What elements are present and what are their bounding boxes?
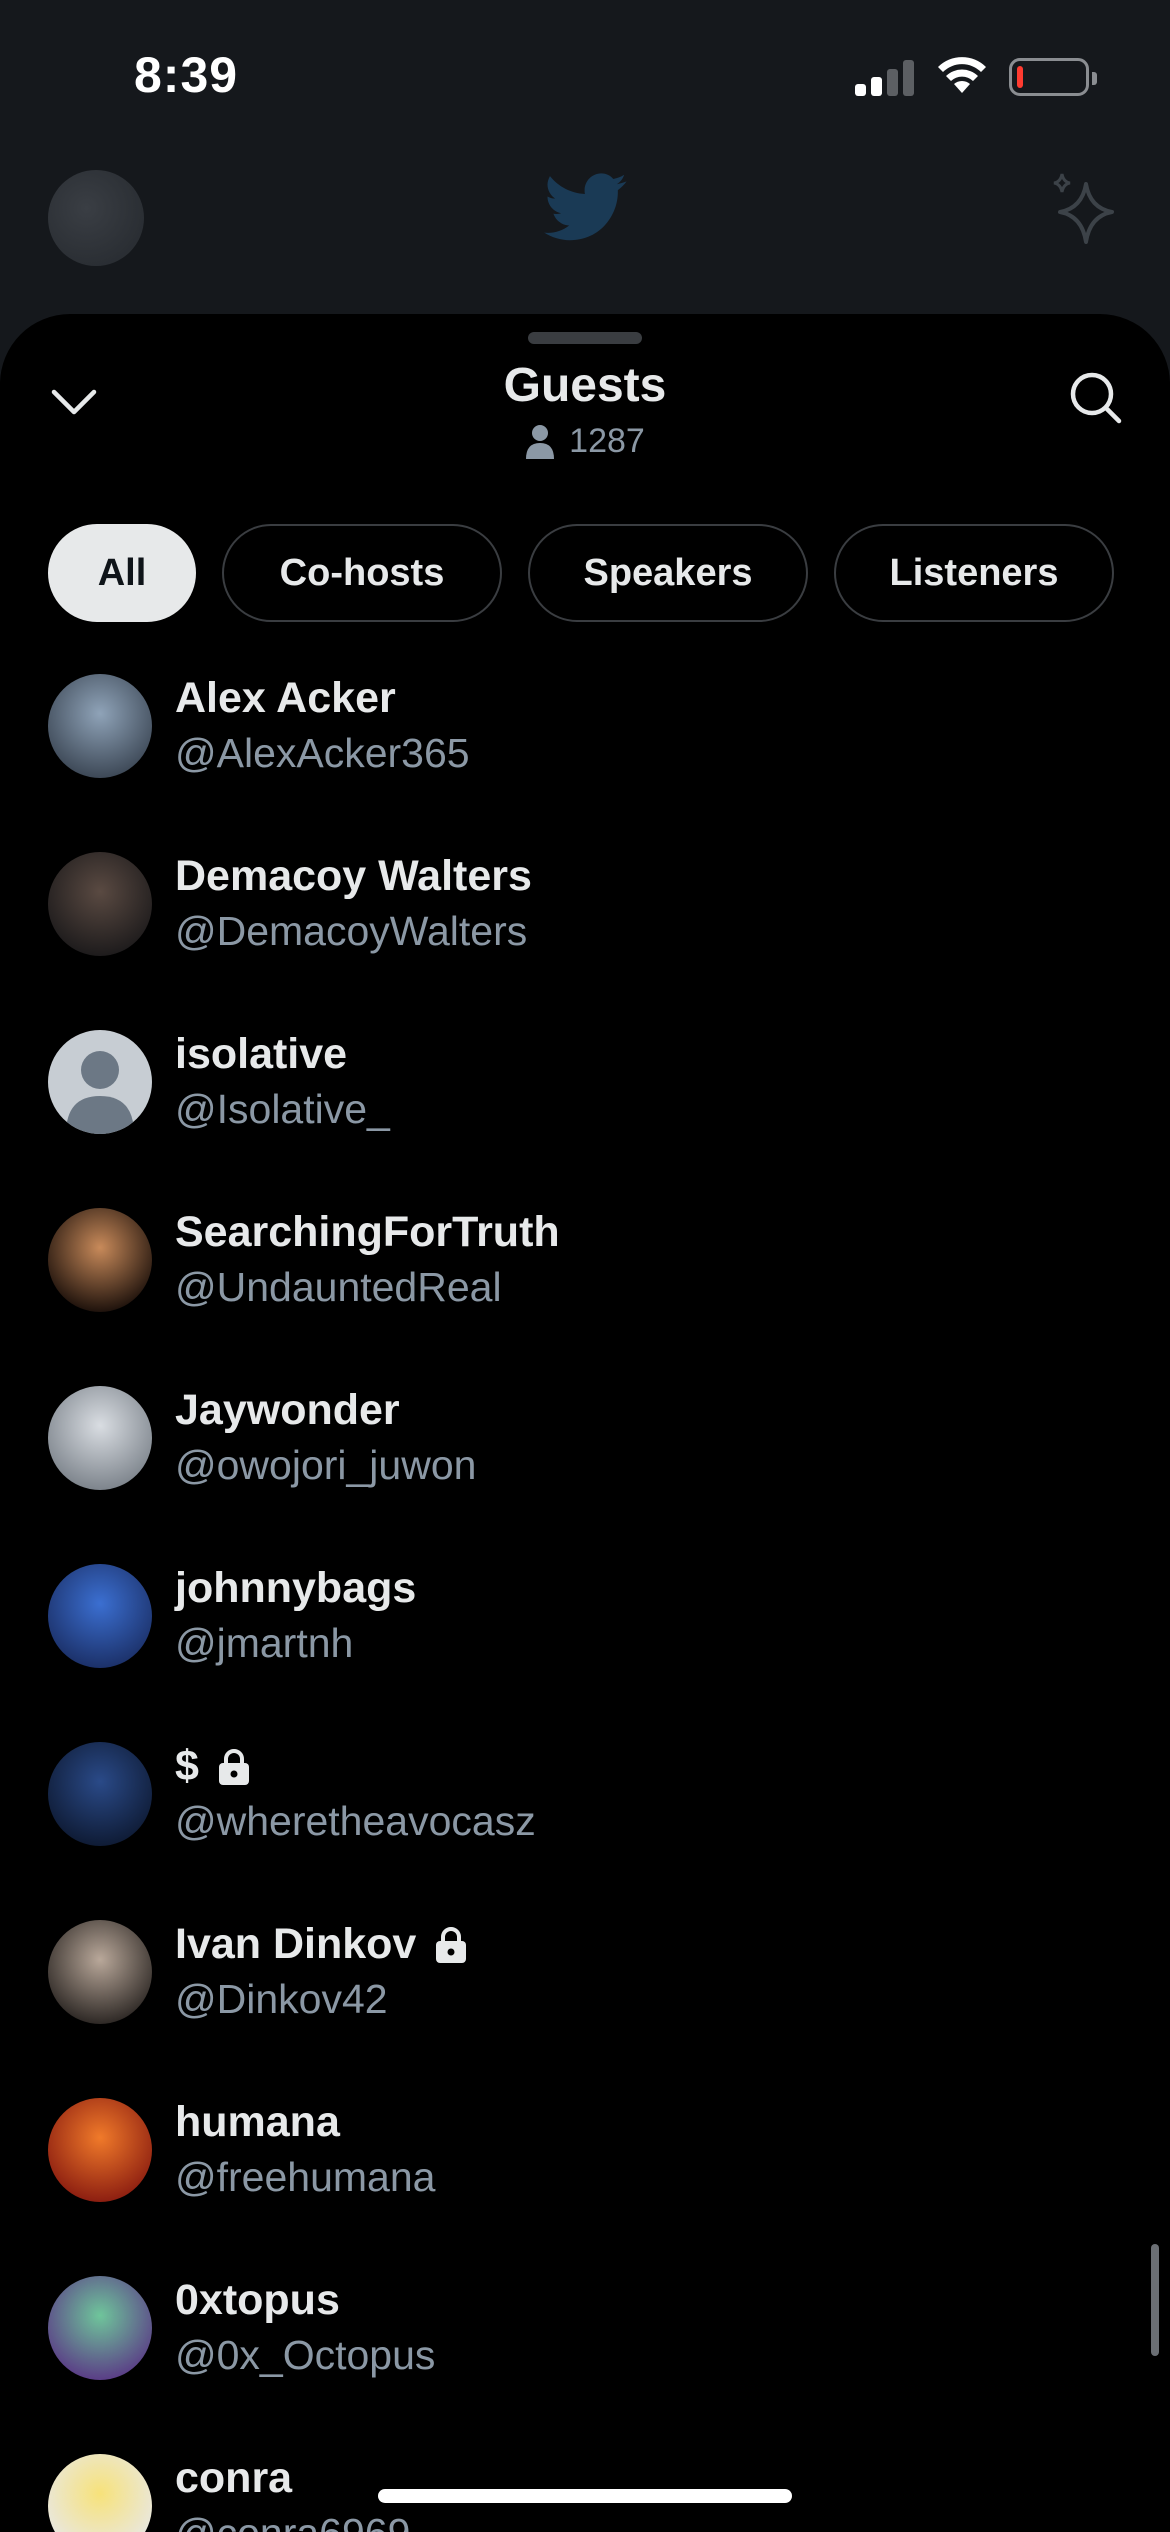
guest-handle: @Isolative_ <box>175 1086 390 1132</box>
guest-count-value: 1287 <box>569 422 645 460</box>
search-icon <box>1070 372 1122 424</box>
guest-name: johnnybags <box>175 1564 416 1613</box>
guest-avatar[interactable] <box>48 2098 152 2202</box>
battery-icon <box>1009 58 1097 96</box>
tab-all[interactable]: All <box>48 524 196 622</box>
guest-name-text: isolative <box>175 1030 348 1078</box>
guest-avatar[interactable] <box>48 1208 152 1312</box>
guest-avatar[interactable] <box>48 1920 152 2024</box>
guest-name: Alex Acker <box>175 674 396 723</box>
guest-name-text: Alex Acker <box>175 674 396 722</box>
guest-name-text: 0xtopus <box>175 2276 340 2324</box>
filter-tabs: All Co-hosts Speakers Listeners <box>48 524 1114 622</box>
guest-row[interactable]: SearchingForTruth @UndauntedReal <box>0 1198 1170 1376</box>
background-header <box>0 150 1170 320</box>
home-indicator[interactable] <box>378 2489 792 2503</box>
guest-name-text: $ <box>175 1742 199 1790</box>
guest-handle: @freehumana <box>175 2154 436 2200</box>
guest-name-text: humana <box>175 2098 340 2146</box>
status-bar: 8:39 <box>0 0 1170 150</box>
guest-avatar[interactable] <box>48 1742 152 1846</box>
guest-name: isolative <box>175 1030 347 1079</box>
guest-name-text: Ivan Dinkov <box>175 1920 417 1968</box>
guest-name-text: johnnybags <box>175 1564 417 1612</box>
guest-name: $ <box>175 1742 253 1791</box>
profile-avatar[interactable] <box>48 170 144 266</box>
guest-row[interactable]: isolative @Isolative_ <box>0 1020 1170 1198</box>
guest-name-text: Jaywonder <box>175 1386 400 1434</box>
guest-row[interactable]: Jaywonder @owojori_juwon <box>0 1376 1170 1554</box>
guest-handle: @jmartnh <box>175 1620 354 1666</box>
screen: 8:39 Guests 1287 All Co-hosts Speakers L… <box>0 0 1170 2532</box>
sheet-title: Guests <box>503 359 667 412</box>
sheet-grabber[interactable] <box>528 332 642 344</box>
guest-row[interactable]: Alex Acker @AlexAcker365 <box>0 664 1170 842</box>
guest-handle: @Dinkov42 <box>175 1976 388 2022</box>
guest-handle: @AlexAcker365 <box>175 730 470 776</box>
guest-name-text: SearchingForTruth <box>175 1208 560 1256</box>
guest-row[interactable]: Demacoy Walters @DemacoyWalters <box>0 842 1170 1020</box>
guest-handle: @owojori_juwon <box>175 1442 477 1488</box>
guest-avatar[interactable] <box>48 2276 152 2380</box>
battery-level <box>1017 66 1023 88</box>
guest-avatar[interactable] <box>48 2454 152 2532</box>
person-icon <box>526 424 555 459</box>
guest-handle: @wheretheavocasz <box>175 1798 536 1844</box>
lock-icon <box>432 1925 470 1965</box>
guest-row[interactable]: humana @freehumana <box>0 2088 1170 2266</box>
guest-avatar[interactable] <box>48 1564 152 1668</box>
wifi-icon <box>938 57 986 93</box>
guest-avatar[interactable] <box>48 852 152 956</box>
guest-name: Demacoy Walters <box>175 852 532 901</box>
tab-listeners[interactable]: Listeners <box>834 524 1114 622</box>
guest-handle: @DemacoyWalters <box>175 908 528 954</box>
guest-name: SearchingForTruth <box>175 1208 560 1257</box>
cellular-signal-icon <box>855 58 915 96</box>
status-time: 8:39 <box>134 47 239 103</box>
guest-list: Alex Acker @AlexAcker365 Demacoy Walters @D… <box>0 664 1170 2532</box>
guest-name-text: Demacoy Walters <box>175 852 532 900</box>
sparkle-icon[interactable] <box>1046 170 1122 250</box>
lock-icon <box>215 1747 253 1787</box>
scroll-indicator[interactable] <box>1151 2244 1159 2356</box>
guest-avatar[interactable] <box>48 1386 152 1490</box>
twitter-bird-icon <box>544 173 627 241</box>
guest-avatar[interactable] <box>48 674 152 778</box>
guest-avatar[interactable] <box>48 1030 152 1134</box>
guest-row[interactable]: Ivan Dinkov @Dinkov42 <box>0 1910 1170 2088</box>
guest-name: Ivan Dinkov <box>175 1920 470 1969</box>
guest-handle: @UndauntedReal <box>175 1264 502 1310</box>
guest-handle: @conra6969 <box>175 2510 410 2532</box>
guest-row[interactable]: johnnybags @jmartnh <box>0 1554 1170 1732</box>
tab-speakers[interactable]: Speakers <box>528 524 808 622</box>
guest-name: 0xtopus <box>175 2276 340 2325</box>
guest-name: Jaywonder <box>175 1386 400 1435</box>
guests-sheet: Guests 1287 All Co-hosts Speakers Listen… <box>0 314 1170 2532</box>
guest-name-text: conra <box>175 2454 293 2502</box>
search-button[interactable] <box>1064 366 1126 428</box>
guest-count: 1287 <box>0 422 1170 461</box>
guest-name: conra <box>175 2454 292 2503</box>
guest-handle: @0x_Octopus <box>175 2332 436 2378</box>
guest-row[interactable]: conra @conra6969 <box>0 2444 1170 2532</box>
tab-co-hosts[interactable]: Co-hosts <box>222 524 502 622</box>
guest-row[interactable]: $ @wheretheavocasz <box>0 1732 1170 1910</box>
guest-row[interactable]: 0xtopus @0x_Octopus <box>0 2266 1170 2444</box>
guest-name: humana <box>175 2098 340 2147</box>
